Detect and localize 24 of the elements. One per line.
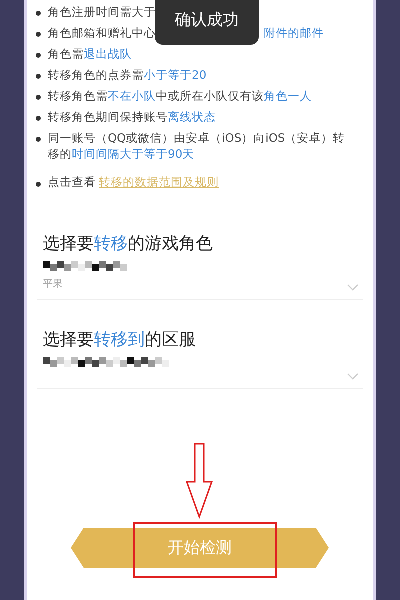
bullet-dot [36,32,41,37]
bullet-dot [36,11,41,16]
bullet-dot [36,95,41,100]
chevron-down-icon [347,373,359,380]
rule-text: 转移角色期间保持账号离线状态 [48,109,216,125]
select-field[interactable]: 选择要转移到的区服 [37,300,363,389]
platform-label: 平果 [43,278,63,291]
rule-text: 同一账号（QQ或微信）由安卓（iOS）向iOS（安卓）转移的时间间隔大于等于90天 [48,130,346,162]
rule-text: 转移角色的点券需小于等于20 [48,67,207,83]
chevron-down-icon [347,284,359,291]
bullet-dot [36,53,41,58]
select-field[interactable]: 选择要转移的游戏角色 平果 [37,204,363,300]
bullet-dot [36,116,41,121]
bullet-dot [36,74,41,79]
rule-text: 角色注册时间需大于 [48,4,156,20]
bullet-dot [36,137,41,142]
toast-message: 确认成功 [155,0,259,45]
rule-text: 角色需退出战队 [48,46,132,62]
rule-text: 转移角色需不在小队中或所在小队仅有该角色一人 [48,88,312,104]
section-title: 选择要转移的游戏角色 [43,233,214,255]
down-arrow-icon [186,443,214,519]
rule-text: 点击查看 [48,175,96,190]
bullet-dot [36,182,41,187]
section-title: 选择要转移到的区服 [43,329,197,351]
